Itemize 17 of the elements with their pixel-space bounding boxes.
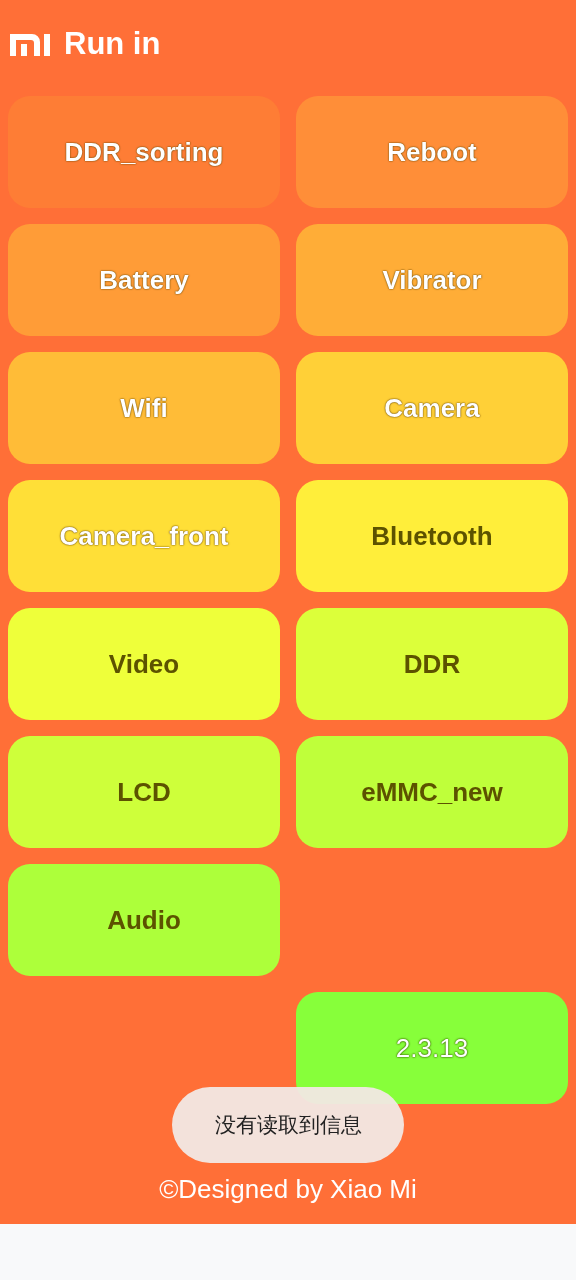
logo-icon (10, 34, 52, 56)
test-button[interactable]: DDR_sorting (8, 96, 280, 208)
test-button[interactable]: Camera_front (8, 480, 280, 592)
test-button[interactable]: Wifi (8, 352, 280, 464)
test-button[interactable]: DDR (296, 608, 568, 720)
test-button[interactable]: Video (8, 608, 280, 720)
test-button[interactable]: LCD (8, 736, 280, 848)
test-button[interactable]: eMMC_new (296, 736, 568, 848)
test-button[interactable]: Reboot (296, 96, 568, 208)
copyright-text: ©Designed by Xiao Mi (159, 1173, 417, 1206)
app-title: Run in (64, 24, 161, 63)
test-button[interactable]: Audio (8, 864, 280, 976)
toast: 没有读取到信息 (172, 1087, 404, 1163)
test-button[interactable]: Bluetooth (296, 480, 568, 592)
test-button[interactable]: Battery (8, 224, 280, 336)
test-button[interactable]: Camera (296, 352, 568, 464)
test-button[interactable]: Vibrator (296, 224, 568, 336)
